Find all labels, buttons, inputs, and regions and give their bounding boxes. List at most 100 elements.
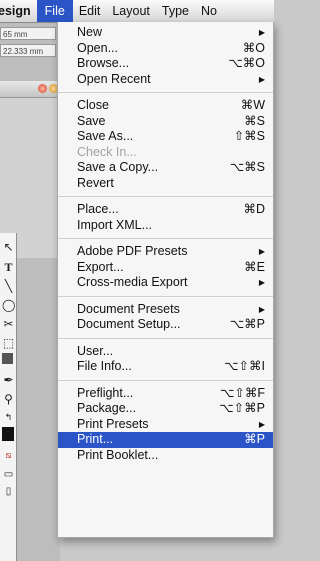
scissors-icon[interactable]: ✂ (2, 318, 15, 331)
menu-item-label: Place... (77, 202, 119, 216)
menu-item-user[interactable]: User... (58, 344, 273, 360)
menu-item-label: Print Booklet... (77, 447, 159, 462)
menu-item-shortcut: ⌥⇧⌘F (219, 385, 265, 400)
menu-separator (58, 295, 273, 297)
document-window-titlebar (0, 81, 60, 98)
menu-separator (58, 92, 273, 93)
menu-separator (58, 337, 273, 339)
menu-item-shortcut: ⌥⌘P (229, 317, 265, 331)
menu-item-label: Open Recent (77, 71, 151, 86)
menu-item-package[interactable]: Package... ⌥⇧⌘P (58, 401, 273, 417)
menu-item-adobe-pdf-presets[interactable]: Adobe PDF Presets ▶ (58, 244, 273, 260)
menu-item-preflight[interactable]: Preflight... ⌥⇧⌘F (58, 386, 273, 402)
zoom-icon[interactable]: ⚲ (2, 393, 15, 406)
menu-item-shortcut: ⌘D (243, 202, 265, 216)
menu-separator (58, 379, 273, 381)
menu-layout[interactable]: Layout (106, 0, 156, 22)
default-colors-icon[interactable]: ⧅ (2, 449, 15, 462)
height-field[interactable]: 22.333 mm (0, 44, 56, 57)
file-menu-dropdown: New ▶ Open... ⌘O Browse... ⌥⌘O Open Recent ▶ Clo… (57, 22, 274, 538)
menu-item-label: Document Presets (77, 301, 180, 316)
menu-item-label: Cross-media Export (77, 275, 188, 289)
direct-select-icon[interactable]: ↖ (2, 241, 15, 254)
menu-item-shortcut: ⌘P (244, 432, 265, 446)
submenu-arrow-icon: ▶ (258, 278, 265, 287)
menu-item-save-as[interactable]: Save As... ⇧⌘S (58, 129, 273, 145)
menu-item-label: Browse... (77, 56, 130, 70)
fill-stroke-icon[interactable] (2, 427, 14, 441)
menu-item-label: Import XML... (77, 217, 153, 232)
menu-item-label: Save (77, 113, 106, 128)
menu-item-shortcut: ⌘O (242, 40, 265, 55)
menu-item-label: File Info... (77, 359, 132, 373)
menu-item-browse[interactable]: Browse... ⌥⌘O (58, 56, 273, 72)
menu-item-open-recent[interactable]: Open Recent ▶ (58, 72, 273, 88)
app-menu[interactable]: esign (0, 0, 37, 22)
submenu-arrow-icon: ▶ (258, 419, 265, 429)
menu-item-label: Check In... (77, 144, 137, 159)
menu-item-new[interactable]: New ▶ (58, 25, 273, 41)
menu-item-import-xml[interactable]: Import XML... (58, 218, 273, 234)
menu-item-shortcut: ⌘S (244, 113, 265, 128)
menu-item-label: Preflight... (77, 385, 134, 400)
menu-item-print-presets[interactable]: Print Presets ▶ (58, 417, 273, 433)
menu-item-label: Open... (77, 40, 118, 55)
menu-item-label: Revert (77, 175, 114, 190)
width-field[interactable]: 65 mm (0, 27, 56, 40)
menu-item-shortcut: ⌘W (240, 98, 265, 112)
menu-item-label: Document Setup... (77, 317, 181, 331)
menu-item-label: New (77, 25, 103, 39)
menu-item-document-setup[interactable]: Document Setup... ⌥⌘P (58, 317, 273, 333)
line-icon[interactable]: ╲ (2, 280, 15, 293)
menu-item-close[interactable]: Close ⌘W (58, 98, 273, 114)
apply-color-icon[interactable]: ▭ (2, 468, 15, 481)
menu-item-shortcut: ⌥⌘O (228, 56, 265, 70)
menu-item-label: Print Presets (77, 416, 149, 431)
menu-item-shortcut: ⇧⌘S (233, 129, 265, 143)
ellipse-icon[interactable]: ◯ (2, 299, 15, 312)
free-transform-icon[interactable]: ⬚ (2, 337, 15, 350)
menu-bar: esign File Edit Layout Type No (0, 0, 274, 23)
menu-item-document-presets[interactable]: Document Presets ▶ (58, 302, 273, 318)
menu-item-label: Close (77, 98, 109, 112)
menu-item-file-info[interactable]: File Info... ⌥⇧⌘I (58, 359, 273, 375)
menu-item-export[interactable]: Export... ⌘E (58, 260, 273, 276)
menu-item-label: Package... (77, 401, 137, 415)
menu-item-print-booklet[interactable]: Print Booklet... (58, 448, 273, 464)
menu-item-save[interactable]: Save ⌘S (58, 114, 273, 130)
menu-next-truncated[interactable]: No (195, 0, 223, 22)
menu-item-open[interactable]: Open... ⌘O (58, 41, 273, 57)
menu-item-label: Save a Copy... (77, 160, 159, 174)
eyedropper-icon[interactable]: ✒ (2, 374, 15, 387)
submenu-arrow-icon: ▶ (258, 247, 265, 256)
menu-edit[interactable]: Edit (73, 0, 107, 22)
menu-item-save-a-copy[interactable]: Save a Copy... ⌥⌘S (58, 160, 273, 176)
gradient-icon[interactable] (2, 353, 13, 364)
menu-item-shortcut: ⌘E (244, 259, 265, 274)
menu-item-label: Print... (77, 432, 114, 446)
menu-type[interactable]: Type (156, 0, 195, 22)
menu-separator (58, 196, 273, 197)
close-window-icon[interactable] (38, 84, 47, 93)
tools-panel: ↖ T ╲ ◯ ✂ ⬚ ✒ ⚲ ↰ ⧅ ▭ ▯ (0, 233, 17, 561)
submenu-arrow-icon: ▶ (258, 74, 265, 84)
menu-item-shortcut: ⌥⇧⌘I (224, 359, 265, 373)
menu-item-label: Save As... (77, 129, 134, 143)
menu-item-check-in: Check In... (58, 145, 273, 161)
type-icon[interactable]: T (2, 261, 15, 274)
swap-arrow-icon[interactable]: ↰ (2, 411, 15, 424)
menu-item-shortcut: ⌥⌘S (229, 160, 265, 174)
submenu-arrow-icon: ▶ (258, 304, 265, 314)
menu-item-label: Adobe PDF Presets (77, 244, 188, 258)
view-mode-icon[interactable]: ▯ (2, 485, 15, 498)
menu-item-cross-media-export[interactable]: Cross-media Export ▶ (58, 275, 273, 291)
menu-item-label: Export... (77, 259, 124, 274)
menu-item-label: User... (77, 343, 114, 358)
menu-separator (58, 238, 273, 239)
menu-file[interactable]: File (36, 0, 73, 22)
submenu-arrow-icon: ▶ (258, 28, 265, 37)
menu-item-print[interactable]: Print... ⌘P (58, 432, 273, 448)
menu-item-shortcut: ⌥⇧⌘P (219, 401, 265, 415)
menu-item-place[interactable]: Place... ⌘D (58, 202, 273, 218)
menu-item-revert[interactable]: Revert (58, 176, 273, 192)
